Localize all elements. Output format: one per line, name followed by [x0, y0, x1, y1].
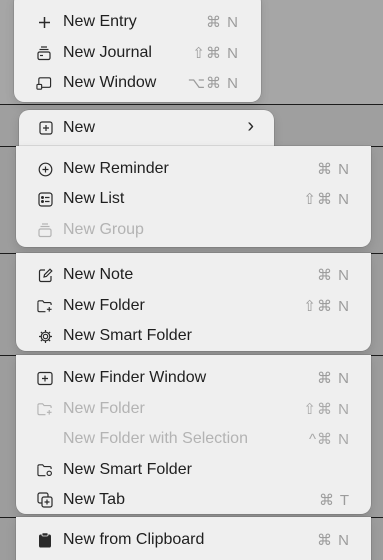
menu-item-new-from-clipboard[interactable]: New from Clipboard ⌘ N — [16, 525, 371, 555]
folder-plus-icon — [37, 401, 53, 417]
menu-item-label: New Reminder — [63, 160, 169, 177]
shortcut-label: ⇧⌘ N — [303, 401, 350, 418]
shortcut-label: ⌘ N — [317, 370, 350, 387]
shortcut-label: ⇧⌘ N — [303, 298, 350, 315]
menu-item-label: New Journal — [63, 44, 152, 61]
menu-item-new-reminder[interactable]: New Reminder ⌘ N — [16, 154, 371, 184]
shortcut-label: ⇧⌘ N — [192, 45, 239, 62]
finder-new-menu: New Finder Window ⌘ N New Folder ⇧⌘ N Ne… — [16, 355, 371, 514]
menu-item-new-tab[interactable]: New Tab ⌘ T — [16, 485, 371, 515]
menu-item-label: New Smart Folder — [63, 327, 192, 344]
shortcut-label: ⌥⌘ N — [187, 75, 239, 92]
journal-stack-icon — [36, 45, 52, 61]
shortcut-label: ⌘ N — [317, 532, 350, 549]
menu-item-label: New Folder with Selection — [63, 430, 248, 447]
shortcut-label: ⌘ N — [317, 161, 350, 178]
reminders-new-menu: New Reminder ⌘ N New List ⇧⌘ N New Group — [16, 146, 371, 247]
menu-item-new-note[interactable]: New Note ⌘ N — [16, 260, 371, 290]
menu-item-label: New Smart Folder — [63, 461, 192, 478]
clipboard-icon — [37, 532, 53, 548]
menu-item-label: New from Clipboard — [63, 531, 205, 548]
divider — [0, 104, 383, 105]
menu-item-label: New Finder Window — [63, 369, 207, 386]
folder-plus-icon — [37, 298, 53, 314]
notes-new-menu: New Note ⌘ N New Folder ⇧⌘ N New Smart F… — [16, 253, 371, 351]
menu-item-label: New Entry — [63, 13, 137, 30]
chevron-right-icon: › — [247, 115, 254, 137]
plus-icon — [36, 14, 52, 30]
smart-folder-icon — [37, 462, 53, 478]
menu-item-new-finder-window[interactable]: New Finder Window ⌘ N — [16, 363, 371, 393]
shortcut-label: ^⌘ N — [308, 431, 350, 448]
shortcut-label: ⌘ T — [318, 492, 350, 509]
menu-item-new-journal[interactable]: New Journal ⇧⌘ N — [14, 38, 261, 68]
menu-item-new-folder-with-selection[interactable]: New Folder with Selection ^⌘ N — [16, 424, 371, 454]
list-icon — [37, 191, 53, 207]
menu-item-new-folder[interactable]: New Folder ⇧⌘ N — [16, 291, 371, 321]
menu-item-label: New — [63, 119, 96, 136]
preview-new-menu: New from Clipboard ⌘ N — [16, 517, 371, 560]
shortcut-label: ⌘ N — [317, 267, 350, 284]
menu-item-label: New Note — [63, 266, 134, 283]
plus-circle-icon — [37, 161, 53, 177]
menu-item-label: New List — [63, 190, 125, 207]
menu-item-new-smart-folder[interactable]: New Smart Folder — [16, 321, 371, 351]
menu-item-new-smart-folder[interactable]: New Smart Folder — [16, 455, 371, 485]
gear-icon — [37, 328, 53, 344]
menu-item-label: New Window — [63, 74, 157, 91]
menu-item-label: New Group — [63, 221, 144, 238]
menu-item-new-group[interactable]: New Group — [16, 215, 371, 245]
new-tab-icon — [37, 492, 53, 508]
menu-item-new-folder-disabled[interactable]: New Folder ⇧⌘ N — [16, 394, 371, 424]
menu-item-new-window[interactable]: New Window ⌥⌘ N — [14, 68, 261, 98]
journal-new-menu: New Entry ⌘ N New Journal ⇧⌘ N New Windo… — [14, 0, 261, 102]
plus-square-icon — [38, 120, 54, 136]
menu-item-new-entry[interactable]: New Entry ⌘ N — [14, 7, 261, 37]
file-new-menu: New › — [19, 110, 274, 148]
menu-item-label: New Folder — [63, 400, 145, 417]
menu-item-new-list[interactable]: New List ⇧⌘ N — [16, 184, 371, 214]
group-stack-icon — [37, 222, 53, 238]
menu-item-label: New Folder — [63, 297, 145, 314]
shortcut-label: ⇧⌘ N — [303, 191, 350, 208]
menu-item-new[interactable]: New › — [19, 113, 274, 143]
window-icon — [36, 75, 52, 91]
compose-icon — [37, 267, 53, 283]
menu-item-label: New Tab — [63, 491, 125, 508]
finder-window-icon — [37, 370, 53, 386]
shortcut-label: ⌘ N — [206, 14, 239, 31]
